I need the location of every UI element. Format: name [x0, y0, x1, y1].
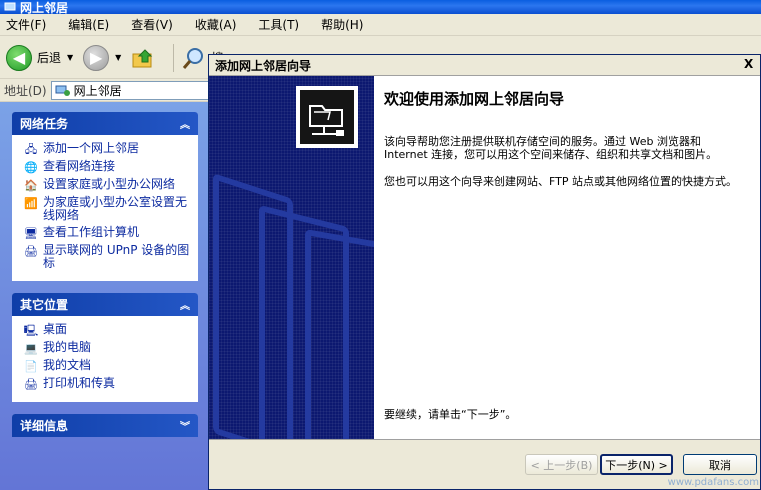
network-places-icon — [4, 2, 16, 11]
watermark: www.pdafans.com — [667, 477, 759, 488]
back-label: 后退 — [37, 51, 62, 65]
my-documents-icon: 📄 — [24, 359, 38, 373]
network-folder-icon — [300, 90, 354, 144]
search-icon — [183, 47, 204, 69]
details-header[interactable]: 详细信息 ︾ — [12, 414, 198, 437]
network-tasks-header[interactable]: 网络任务 ︽ — [12, 112, 198, 135]
task-pane: 网络任务 ︽ 🖧 添加一个网上邻居 🌐 查看网络连接 🏠 设置家庭或小型办公网络 📶 为… — [0, 102, 208, 490]
network-places-icon — [55, 85, 70, 96]
add-network-place-wizard: 添加网上邻居向导 X 欢迎使用添加网上邻居向导 该向导帮助您注册提供联机存储空间… — [208, 54, 761, 490]
task-show-upnp[interactable]: 🖨 显示联网的 UPnP 设备的图标 — [23, 244, 191, 270]
task-view-workgroup[interactable]: 🖥 查看工作组计算机 — [23, 226, 191, 240]
back-dropdown-icon[interactable]: ▼ — [67, 53, 73, 62]
explorer-title: 网上邻居 — [20, 0, 69, 15]
network-tasks-panel: 网络任务 ︽ 🖧 添加一个网上邻居 🌐 查看网络连接 🏠 设置家庭或小型办公网络 📶 为… — [12, 112, 198, 281]
cancel-button[interactable]: 取消 — [683, 454, 757, 475]
place-desktop[interactable]: 🖳 桌面 — [23, 323, 191, 337]
address-value: 网上邻居 — [73, 84, 122, 98]
menu-help[interactable]: 帮助(H) — [321, 16, 363, 33]
forward-arrow-icon: ▶ — [83, 44, 110, 71]
address-input[interactable]: 网上邻居 — [50, 81, 221, 100]
other-places-panel: 其它位置 ︽ 🖳 桌面 💻 我的电脑 📄 我的文档 🖨 打印机和传真 — [12, 293, 198, 402]
menu-file[interactable]: 文件(F) — [6, 16, 46, 33]
other-places-list: 🖳 桌面 💻 我的电脑 📄 我的文档 🖨 打印机和传真 — [12, 316, 198, 402]
home-network-icon: 🏠 — [24, 178, 38, 192]
collapse-chevron-icon[interactable]: ︽ — [180, 116, 190, 131]
printers-faxes-icon: 🖨 — [24, 377, 38, 391]
task-setup-wireless[interactable]: 📶 为家庭或小型办公室设置无线网络 — [23, 196, 191, 222]
network-tasks-list: 🖧 添加一个网上邻居 🌐 查看网络连接 🏠 设置家庭或小型办公网络 📶 为家庭或小型办公… — [12, 135, 198, 281]
task-view-network-connections[interactable]: 🌐 查看网络连接 — [23, 160, 191, 174]
banner-folder-shape — [305, 228, 374, 439]
close-icon[interactable]: X — [744, 57, 758, 73]
menu-bar: 文件(F) 编辑(E) 查看(V) 收藏(A) 工具(T) 帮助(H) — [0, 14, 761, 36]
upnp-device-icon: 🖨 — [24, 244, 38, 258]
other-places-header[interactable]: 其它位置 ︽ — [12, 293, 198, 316]
toolbar-separator — [173, 43, 175, 72]
next-button[interactable]: 下一步(N) > — [600, 454, 673, 475]
details-panel: 详细信息 ︾ — [12, 414, 198, 437]
wizard-network-folder-icon — [296, 86, 358, 148]
task-add-network-place[interactable]: 🖧 添加一个网上邻居 — [23, 142, 191, 156]
menu-favorites[interactable]: 收藏(A) — [195, 16, 237, 33]
menu-view[interactable]: 查看(V) — [131, 16, 173, 33]
desktop-icon: 🖳 — [23, 323, 39, 337]
add-network-place-icon: 🖧 — [24, 142, 38, 156]
workgroup-computers-icon: 🖥 — [24, 226, 38, 240]
wizard-paragraph-2: 您也可以用这个向导来创建网站、FTP 站点或其他网络位置的快捷方式。 — [384, 175, 737, 188]
wizard-banner — [209, 76, 374, 439]
back-button[interactable]: ◀ 后退 ▼ — [6, 44, 73, 71]
other-places-title: 其它位置 — [20, 298, 69, 312]
task-setup-home-network[interactable]: 🏠 设置家庭或小型办公网络 — [23, 178, 191, 192]
wizard-heading: 欢迎使用添加网上邻居向导 — [384, 90, 565, 108]
back-button[interactable]: < 上一步(B) — [525, 454, 598, 475]
collapse-chevron-icon[interactable]: ︽ — [180, 297, 190, 312]
expand-chevron-icon[interactable]: ︾ — [180, 418, 190, 433]
place-printers[interactable]: 🖨 打印机和传真 — [23, 377, 191, 391]
back-arrow-icon: ◀ — [6, 44, 32, 71]
network-tasks-title: 网络任务 — [20, 117, 69, 131]
wizard-title: 添加网上邻居向导 — [215, 58, 312, 73]
address-label: 地址(D) — [4, 84, 47, 98]
wizard-paragraph-1: 该向导帮助您注册提供联机存储空间的服务。通过 Web 浏览器和 Internet… — [384, 135, 718, 161]
up-folder-button[interactable] — [131, 46, 155, 70]
details-title: 详细信息 — [20, 419, 69, 433]
wizard-content: 欢迎使用添加网上邻居向导 该向导帮助您注册提供联机存储空间的服务。通过 Web … — [374, 76, 760, 439]
forward-dropdown-icon[interactable]: ▼ — [115, 53, 121, 62]
explorer-titlebar[interactable]: 网上邻居 — [0, 0, 761, 14]
wizard-titlebar[interactable]: 添加网上邻居向导 — [209, 55, 760, 76]
network-connections-icon: 🌐 — [24, 160, 38, 174]
forward-button[interactable]: ▶ ▼ — [83, 44, 121, 71]
wireless-network-icon: 📶 — [24, 196, 38, 210]
wizard-continue-text: 要继续，请单击“下一步”。 — [384, 408, 517, 421]
place-my-computer[interactable]: 💻 我的电脑 — [23, 341, 191, 355]
place-my-documents[interactable]: 📄 我的文档 — [23, 359, 191, 373]
my-computer-icon: 💻 — [24, 341, 38, 355]
up-folder-icon — [132, 48, 153, 67]
menu-tools[interactable]: 工具(T) — [258, 16, 299, 33]
menu-edit[interactable]: 编辑(E) — [68, 16, 109, 33]
